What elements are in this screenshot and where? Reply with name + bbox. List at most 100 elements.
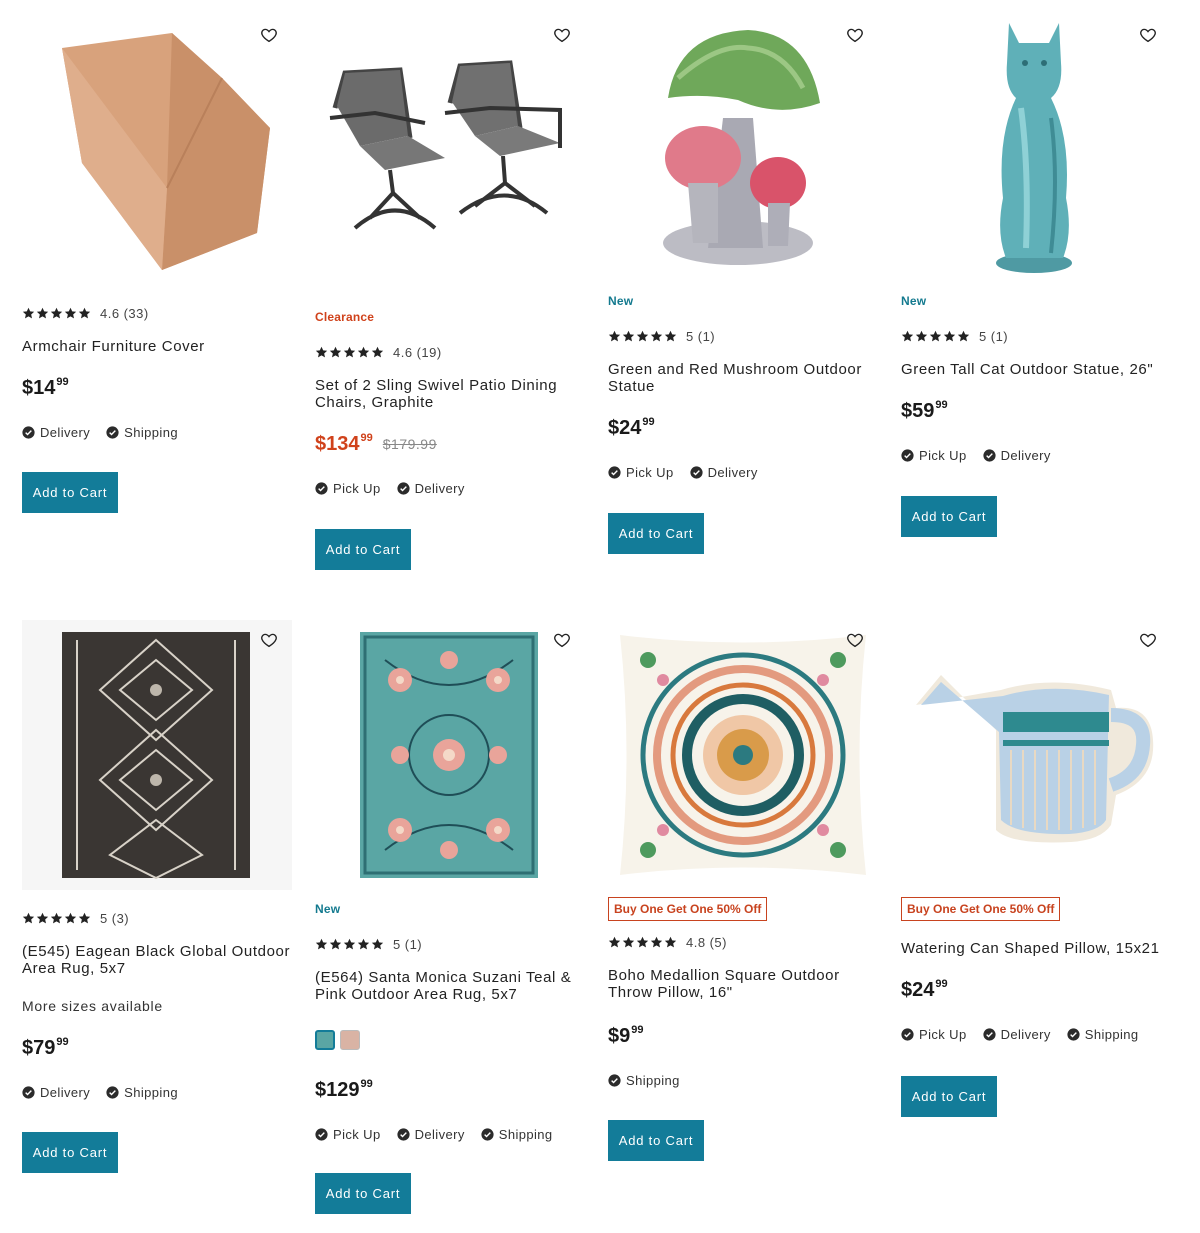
check-circle-icon bbox=[397, 482, 410, 495]
product-title[interactable]: Green Tall Cat Outdoor Statue, 26" bbox=[901, 361, 1171, 378]
heart-outline-icon[interactable] bbox=[1139, 26, 1157, 44]
price-currency: $ bbox=[22, 1037, 34, 1059]
fulfillment-pickup: Pick Up bbox=[315, 481, 381, 496]
star-icon bbox=[943, 330, 956, 343]
fulfillment-label: Delivery bbox=[1000, 447, 1051, 463]
rating[interactable]: 5 (1) bbox=[608, 326, 878, 346]
product-image[interactable] bbox=[608, 620, 878, 890]
heart-outline-icon[interactable] bbox=[553, 26, 571, 44]
product-title[interactable]: (E564) Santa Monica Suzani Teal & Pink O… bbox=[315, 969, 585, 1003]
star-icon bbox=[915, 330, 928, 343]
product-title[interactable]: Green and Red Mushroom Outdoor Statue bbox=[608, 361, 878, 395]
star-icon bbox=[650, 936, 663, 949]
add-to-cart-button[interactable]: Add to Cart bbox=[315, 1173, 411, 1214]
heart-outline-icon[interactable] bbox=[553, 631, 571, 649]
star-icon bbox=[608, 936, 621, 949]
rating[interactable]: 4.8 (5) bbox=[608, 932, 878, 952]
price-currency: $ bbox=[22, 377, 34, 399]
star-icon bbox=[622, 936, 635, 949]
check-circle-icon bbox=[901, 1028, 914, 1041]
product-title[interactable]: Armchair Furniture Cover bbox=[22, 338, 292, 355]
price-currency: $ bbox=[901, 400, 913, 422]
rating[interactable]: 5 (1) bbox=[315, 934, 585, 954]
fulfillment-delivery: Delivery bbox=[397, 1127, 465, 1142]
add-to-cart-button[interactable]: Add to Cart bbox=[22, 1132, 118, 1173]
new-badge: New bbox=[608, 294, 634, 308]
fulfillment-delivery: Delivery bbox=[22, 425, 90, 440]
star-icon bbox=[343, 938, 356, 951]
fulfillment-shipping: Shipping bbox=[1067, 1027, 1139, 1042]
fulfillment-shipping: Shipping bbox=[608, 1073, 680, 1088]
fulfillment-label: Pick Up bbox=[919, 447, 967, 463]
fulfillment-options: Pick Up Delivery Shipping bbox=[315, 1125, 585, 1143]
add-to-cart-button[interactable]: Add to Cart bbox=[608, 513, 704, 554]
check-circle-icon bbox=[397, 1128, 410, 1141]
more-sizes-text[interactable]: More sizes available bbox=[22, 998, 292, 1014]
fulfillment-label: Pick Up bbox=[919, 1026, 967, 1042]
price-currency: $ bbox=[901, 979, 913, 1001]
fulfillment-options: Pick Up Delivery bbox=[315, 479, 585, 497]
original-price: $179.99 bbox=[382, 436, 437, 452]
swatch-pink[interactable] bbox=[340, 1030, 360, 1050]
rating[interactable]: 5 (1) bbox=[901, 326, 1171, 346]
rating[interactable]: 5 (3) bbox=[22, 908, 292, 928]
check-circle-icon bbox=[22, 1086, 35, 1099]
star-icon bbox=[357, 938, 370, 951]
price-currency: $ bbox=[315, 1079, 327, 1101]
star-icon bbox=[329, 346, 342, 359]
price-cents: 99 bbox=[935, 978, 948, 990]
product-image[interactable] bbox=[901, 18, 1171, 288]
heart-outline-icon[interactable] bbox=[260, 26, 278, 44]
fulfillment-label: Shipping bbox=[1084, 1026, 1139, 1042]
product-image[interactable] bbox=[22, 620, 292, 890]
price: $14 99 bbox=[22, 375, 292, 401]
add-to-cart-button[interactable]: Add to Cart bbox=[22, 472, 118, 513]
price: $59 99 bbox=[901, 398, 1171, 424]
price-cents: 99 bbox=[360, 432, 373, 444]
heart-outline-icon[interactable] bbox=[260, 631, 278, 649]
price: $24 99 bbox=[608, 415, 878, 441]
check-circle-icon bbox=[1067, 1028, 1080, 1041]
product-title[interactable]: Boho Medallion Square Outdoor Throw Pill… bbox=[608, 967, 878, 1001]
add-to-cart-button[interactable]: Add to Cart bbox=[608, 1120, 704, 1161]
add-to-cart-button[interactable]: Add to Cart bbox=[901, 496, 997, 537]
price-whole: 59 bbox=[912, 400, 935, 422]
price: $24 99 bbox=[901, 977, 1171, 1003]
fulfillment-delivery: Delivery bbox=[690, 465, 758, 480]
product-image[interactable] bbox=[901, 620, 1171, 890]
review-count: (1) bbox=[697, 328, 716, 344]
rating[interactable]: 4.6 (19) bbox=[315, 342, 585, 362]
fulfillment-label: Delivery bbox=[1000, 1026, 1051, 1042]
fulfillment-options: Pick Up Delivery Shipping bbox=[901, 1025, 1171, 1043]
rating-value: 5 bbox=[686, 328, 694, 344]
swatch-teal[interactable] bbox=[315, 1030, 335, 1050]
heart-outline-icon[interactable] bbox=[846, 631, 864, 649]
product-title[interactable]: Watering Can Shaped Pillow, 15x21 bbox=[901, 940, 1171, 957]
heart-outline-icon[interactable] bbox=[1139, 631, 1157, 649]
star-icon bbox=[929, 330, 942, 343]
product-image[interactable] bbox=[315, 620, 585, 890]
star-icon bbox=[36, 912, 49, 925]
fulfillment-label: Shipping bbox=[626, 1072, 680, 1088]
fulfillment-label: Delivery bbox=[414, 1126, 465, 1142]
star-icon bbox=[78, 912, 91, 925]
product-image[interactable] bbox=[315, 18, 585, 288]
rating[interactable]: 4.6 (33) bbox=[22, 303, 292, 323]
product-title[interactable]: Set of 2 Sling Swivel Patio Dining Chair… bbox=[315, 377, 585, 411]
product-image[interactable] bbox=[22, 18, 292, 288]
fulfillment-delivery: Delivery bbox=[397, 481, 465, 496]
fulfillment-pickup: Pick Up bbox=[608, 465, 674, 480]
star-rating-icons bbox=[315, 938, 385, 951]
fulfillment-pickup: Pick Up bbox=[901, 448, 967, 463]
add-to-cart-button[interactable]: Add to Cart bbox=[315, 529, 411, 570]
price: $79 99 bbox=[22, 1035, 292, 1061]
check-circle-icon bbox=[983, 449, 996, 462]
fulfillment-label: Delivery bbox=[414, 480, 465, 496]
product-title[interactable]: (E545) Eagean Black Global Outdoor Area … bbox=[22, 943, 292, 977]
add-to-cart-button[interactable]: Add to Cart bbox=[901, 1076, 997, 1117]
product-image[interactable] bbox=[608, 18, 878, 288]
check-circle-icon bbox=[106, 1086, 119, 1099]
fulfillment-label: Delivery bbox=[707, 464, 758, 480]
heart-outline-icon[interactable] bbox=[846, 26, 864, 44]
review-count: (33) bbox=[123, 305, 149, 321]
